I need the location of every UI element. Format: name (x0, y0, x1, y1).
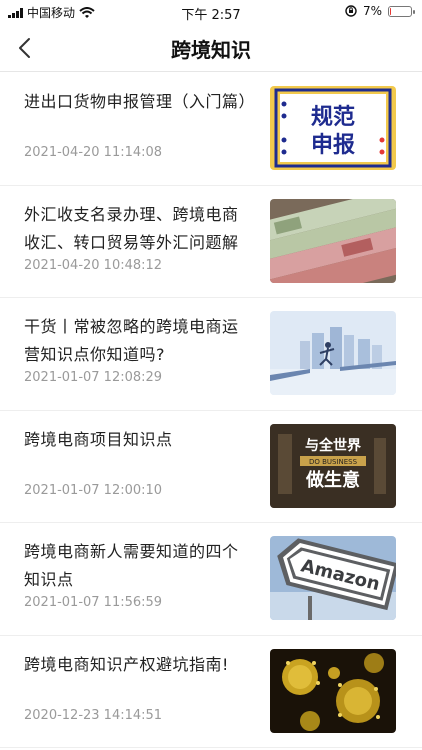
article-title: 进出口货物申报管理（入门篇） (24, 92, 256, 111)
page-title: 跨境知识 (171, 38, 251, 62)
article-thumbnail (270, 311, 396, 395)
list-item[interactable]: 干货丨常被忽略的跨境电商运营知识点你知道吗? 2021-01-07 12:08:… (0, 298, 422, 411)
article-thumbnail: Amazon (270, 536, 396, 620)
list-item[interactable]: 外汇收支名录办理、跨境电商收汇、转口贸易等外汇问题解 2021-04-20 10… (0, 186, 422, 298)
article-thumbnail: 与全世界 DO BUSINESS 做生意 (270, 423, 396, 508)
nav-bar: 跨境知识 (0, 24, 422, 72)
thumb-text-line1: 规范 (311, 105, 355, 130)
thumb-text-line3: 做生意 (305, 469, 360, 491)
article-list: 进出口货物申报管理（入门篇） 2021-04-20 11:14:08 规范 申报… (0, 73, 422, 748)
list-item[interactable]: 跨境电商知识产权避坑指南! 2020-12-23 14:14:51 (0, 636, 422, 748)
article-thumbnail (270, 198, 396, 283)
article-title: 跨境电商项目知识点 (24, 429, 173, 449)
article-title: 跨境电商新人需要知道的四个知识点 (24, 542, 239, 589)
list-item[interactable]: 跨境电商新人需要知道的四个知识点 2021-01-07 11:56:59 Ama… (0, 523, 422, 636)
list-item[interactable]: 进出口货物申报管理（入门篇） 2021-04-20 11:14:08 规范 申报 (0, 73, 422, 186)
status-right: 7% (345, 4, 415, 18)
battery-percent: 7% (362, 4, 382, 18)
thumb-text-line2: 申报 (311, 133, 355, 158)
battery-level (390, 7, 391, 15)
article-date: 2021-04-20 11:14:08 (24, 145, 163, 160)
article-date: 2021-01-07 11:56:59 (24, 595, 163, 610)
battery-icon (388, 5, 415, 17)
article-thumbnail: 规范 申报 (270, 86, 396, 170)
article-title: 外汇收支名录办理、跨境电商收汇、转口贸易等外汇问题解 (24, 204, 239, 252)
article-date: 2021-01-07 12:00:10 (24, 482, 163, 498)
thumb-text-line2: DO BUSINESS (309, 458, 358, 466)
article-title: 跨境电商知识产权避坑指南! (24, 654, 229, 674)
rotation-lock-icon (345, 5, 357, 17)
article-date: 2020-12-23 14:14:51 (24, 707, 163, 723)
thumb-text-line1: 与全世界 (305, 437, 362, 454)
article-date: 2021-01-07 12:08:29 (24, 370, 163, 385)
article-date: 2021-04-20 10:48:12 (24, 257, 163, 273)
status-bar: 中国移动 下午 2:57 7% (0, 0, 422, 24)
list-item[interactable]: 跨境电商项目知识点 2021-01-07 12:00:10 与全世界 DO BU… (0, 411, 422, 523)
article-title: 干货丨常被忽略的跨境电商运营知识点你知道吗? (24, 317, 239, 364)
article-thumbnail (270, 648, 396, 733)
